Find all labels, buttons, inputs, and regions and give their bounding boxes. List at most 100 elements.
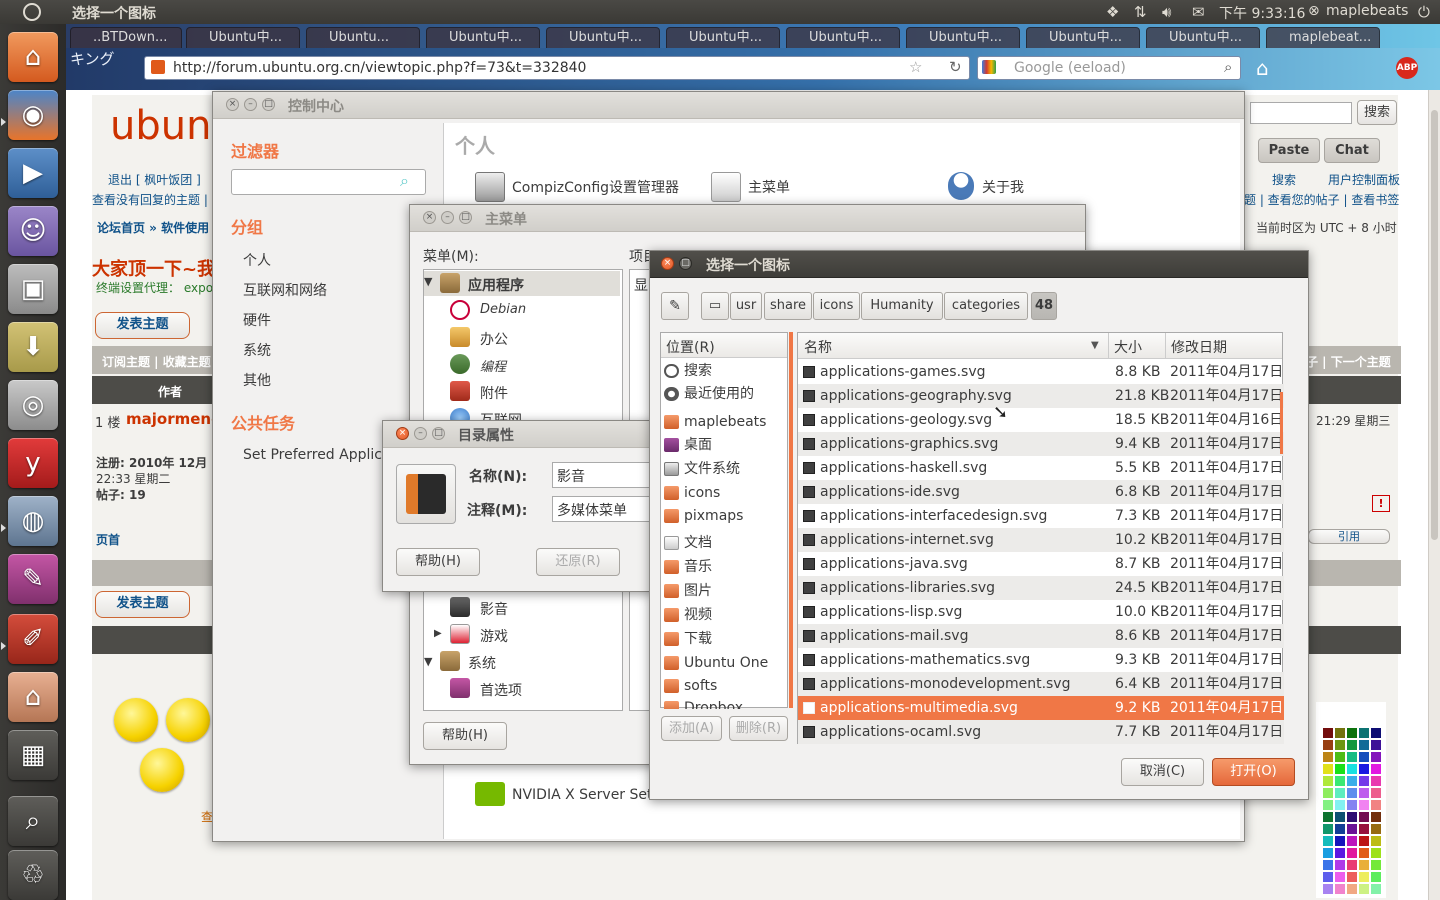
color-swatch[interactable]	[1335, 884, 1345, 894]
workspace-switcher-icon[interactable]: ▦	[8, 730, 58, 780]
color-swatch[interactable]	[1323, 860, 1333, 870]
web-search-box[interactable]: Google (eeload) ⌕	[977, 56, 1241, 80]
color-swatch[interactable]	[1323, 752, 1333, 762]
color-swatch[interactable]	[1323, 740, 1333, 750]
file-row[interactable]: applications-ocaml.svg 7.7 KB 2011年04月17日	[798, 720, 1284, 744]
color-swatch[interactable]	[1359, 860, 1369, 870]
color-swatch[interactable]	[1335, 764, 1345, 774]
color-swatch[interactable]	[1371, 812, 1381, 822]
dropbox-icon[interactable]: ❖	[1106, 3, 1119, 21]
bookmark-star-icon[interactable]: ☆	[909, 58, 922, 76]
revert-button[interactable]: 还原(R)	[536, 548, 620, 576]
color-swatch[interactable]	[1323, 788, 1333, 798]
firefox-icon[interactable]: ◉	[8, 90, 58, 140]
color-swatch[interactable]	[1347, 860, 1357, 870]
user-cp-link[interactable]: 用户控制面板	[1328, 171, 1400, 188]
browser-tab[interactable]: ..BTDown...	[70, 27, 182, 48]
color-swatch[interactable]	[1335, 836, 1345, 846]
file-row[interactable]: applications-internet.svg 10.2 KB 2011年04月…	[798, 528, 1284, 552]
multimedia-icon[interactable]	[396, 464, 456, 524]
color-swatch[interactable]	[1347, 848, 1357, 858]
place-item[interactable]: 搜索	[664, 360, 786, 383]
place-item[interactable]: Ubuntu One	[664, 652, 786, 675]
place-item[interactable]: 文件系统	[664, 458, 786, 481]
place-item[interactable]: icons	[664, 482, 786, 505]
open-button[interactable]: 打开(O)	[1212, 758, 1295, 786]
color-swatch[interactable]	[1359, 812, 1369, 822]
close-icon[interactable]: ×	[226, 98, 239, 111]
remove-bookmark-button[interactable]: 删除(R)	[729, 716, 788, 741]
browser-tab[interactable]: Ubuntu中...	[546, 27, 660, 48]
color-swatch[interactable]	[1371, 728, 1381, 738]
color-swatch[interactable]	[1347, 728, 1357, 738]
file-row[interactable]: applications-monodevelopment.svg 6.4 KB 20…	[798, 672, 1284, 696]
color-swatch[interactable]	[1359, 764, 1369, 774]
control-center-icon[interactable]: ✎	[8, 554, 58, 604]
close-icon[interactable]: ×	[423, 211, 436, 224]
network-icon[interactable]: ⇅	[1134, 3, 1147, 21]
color-swatch[interactable]	[1323, 764, 1333, 774]
color-swatch[interactable]	[1359, 788, 1369, 798]
color-swatch[interactable]	[1335, 860, 1345, 870]
file-row[interactable]: applications-libraries.svg 24.5 KB 2011年04…	[798, 576, 1284, 600]
color-swatch[interactable]	[1335, 752, 1345, 762]
file-row[interactable]: applications-ide.svg 6.8 KB 2011年04月17日	[798, 480, 1284, 504]
search-link[interactable]: 搜索	[1272, 171, 1296, 188]
color-swatch[interactable]	[1335, 872, 1345, 882]
color-swatch[interactable]	[1371, 788, 1381, 798]
path-humanity[interactable]: Humanity	[861, 292, 943, 320]
mail-icon[interactable]: ✉	[1192, 3, 1205, 21]
power-icon[interactable]: ⏻	[1418, 3, 1430, 21]
color-swatch[interactable]	[1335, 824, 1345, 834]
browser-tab[interactable]: Ubuntu中...	[1026, 27, 1140, 48]
item-main-menu[interactable]: 主菜单	[748, 177, 790, 197]
tree-multimedia[interactable]: 影音	[480, 599, 508, 619]
browser-tab[interactable]: Ubuntu中...	[786, 27, 900, 48]
sort-arrow-icon[interactable]: ▼	[1091, 340, 1099, 351]
color-swatch[interactable]	[1371, 848, 1381, 858]
file-row[interactable]: applications-multimedia.svg 9.2 KB 2011年04…	[798, 696, 1284, 720]
tree-games[interactable]: 游戏	[480, 626, 508, 646]
color-swatch[interactable]	[1347, 776, 1357, 786]
color-swatch[interactable]	[1371, 740, 1381, 750]
color-swatch[interactable]	[1323, 824, 1333, 834]
file-row[interactable]: applications-geology.svg 18.5 KB 2011年04月1…	[798, 408, 1284, 432]
maximize-icon[interactable]: □	[262, 98, 275, 111]
tree-applications[interactable]: 应用程序	[468, 275, 524, 295]
color-swatch[interactable]	[1359, 728, 1369, 738]
places-splitter[interactable]	[789, 332, 793, 708]
dir-props-help-button[interactable]: 帮助(H)	[396, 548, 480, 576]
paste-tab[interactable]: Paste	[1258, 138, 1320, 163]
color-swatch[interactable]	[1347, 800, 1357, 810]
color-swatch[interactable]	[1323, 836, 1333, 846]
path-usr[interactable]: usr	[730, 292, 762, 320]
forum-search-input[interactable]	[1250, 102, 1352, 124]
close-icon[interactable]: ×	[661, 257, 674, 270]
color-swatch[interactable]	[1335, 848, 1345, 858]
color-swatch[interactable]	[1347, 872, 1357, 882]
tree-system[interactable]: 系统	[468, 653, 496, 673]
group-personal[interactable]: 个人	[243, 250, 271, 270]
path-root-button[interactable]: ▭	[701, 292, 729, 320]
color-swatch[interactable]	[1347, 824, 1357, 834]
adblock-icon[interactable]: ABP	[1396, 57, 1418, 79]
item-about-me[interactable]: 关于我	[982, 177, 1024, 197]
expand-arrow-icon[interactable]: ▼	[424, 275, 432, 288]
text-editor-icon[interactable]: ✐	[8, 614, 58, 664]
color-swatch[interactable]	[1347, 752, 1357, 762]
place-item[interactable]: softs	[664, 675, 786, 698]
color-swatch[interactable]	[1347, 836, 1357, 846]
color-swatch[interactable]	[1323, 848, 1333, 858]
color-swatch[interactable]	[1323, 812, 1333, 822]
color-swatch[interactable]	[1359, 836, 1369, 846]
forum-logo[interactable]: ubun	[110, 103, 211, 149]
color-swatch[interactable]	[1323, 800, 1333, 810]
group-internet[interactable]: 互联网和网络	[243, 280, 327, 300]
file-list-scrollbar[interactable]	[1280, 392, 1283, 454]
my-posts-link[interactable]: 题 | 查看您的帖子 | 查看书签	[1244, 191, 1399, 208]
color-swatch[interactable]	[1359, 752, 1369, 762]
file-row[interactable]: applications-lisp.svg 10.0 KB 2011年04月17日	[798, 600, 1284, 624]
forum-search-button[interactable]: 搜索	[1357, 100, 1397, 125]
color-swatch[interactable]	[1359, 848, 1369, 858]
group-other[interactable]: 其他	[243, 370, 271, 390]
